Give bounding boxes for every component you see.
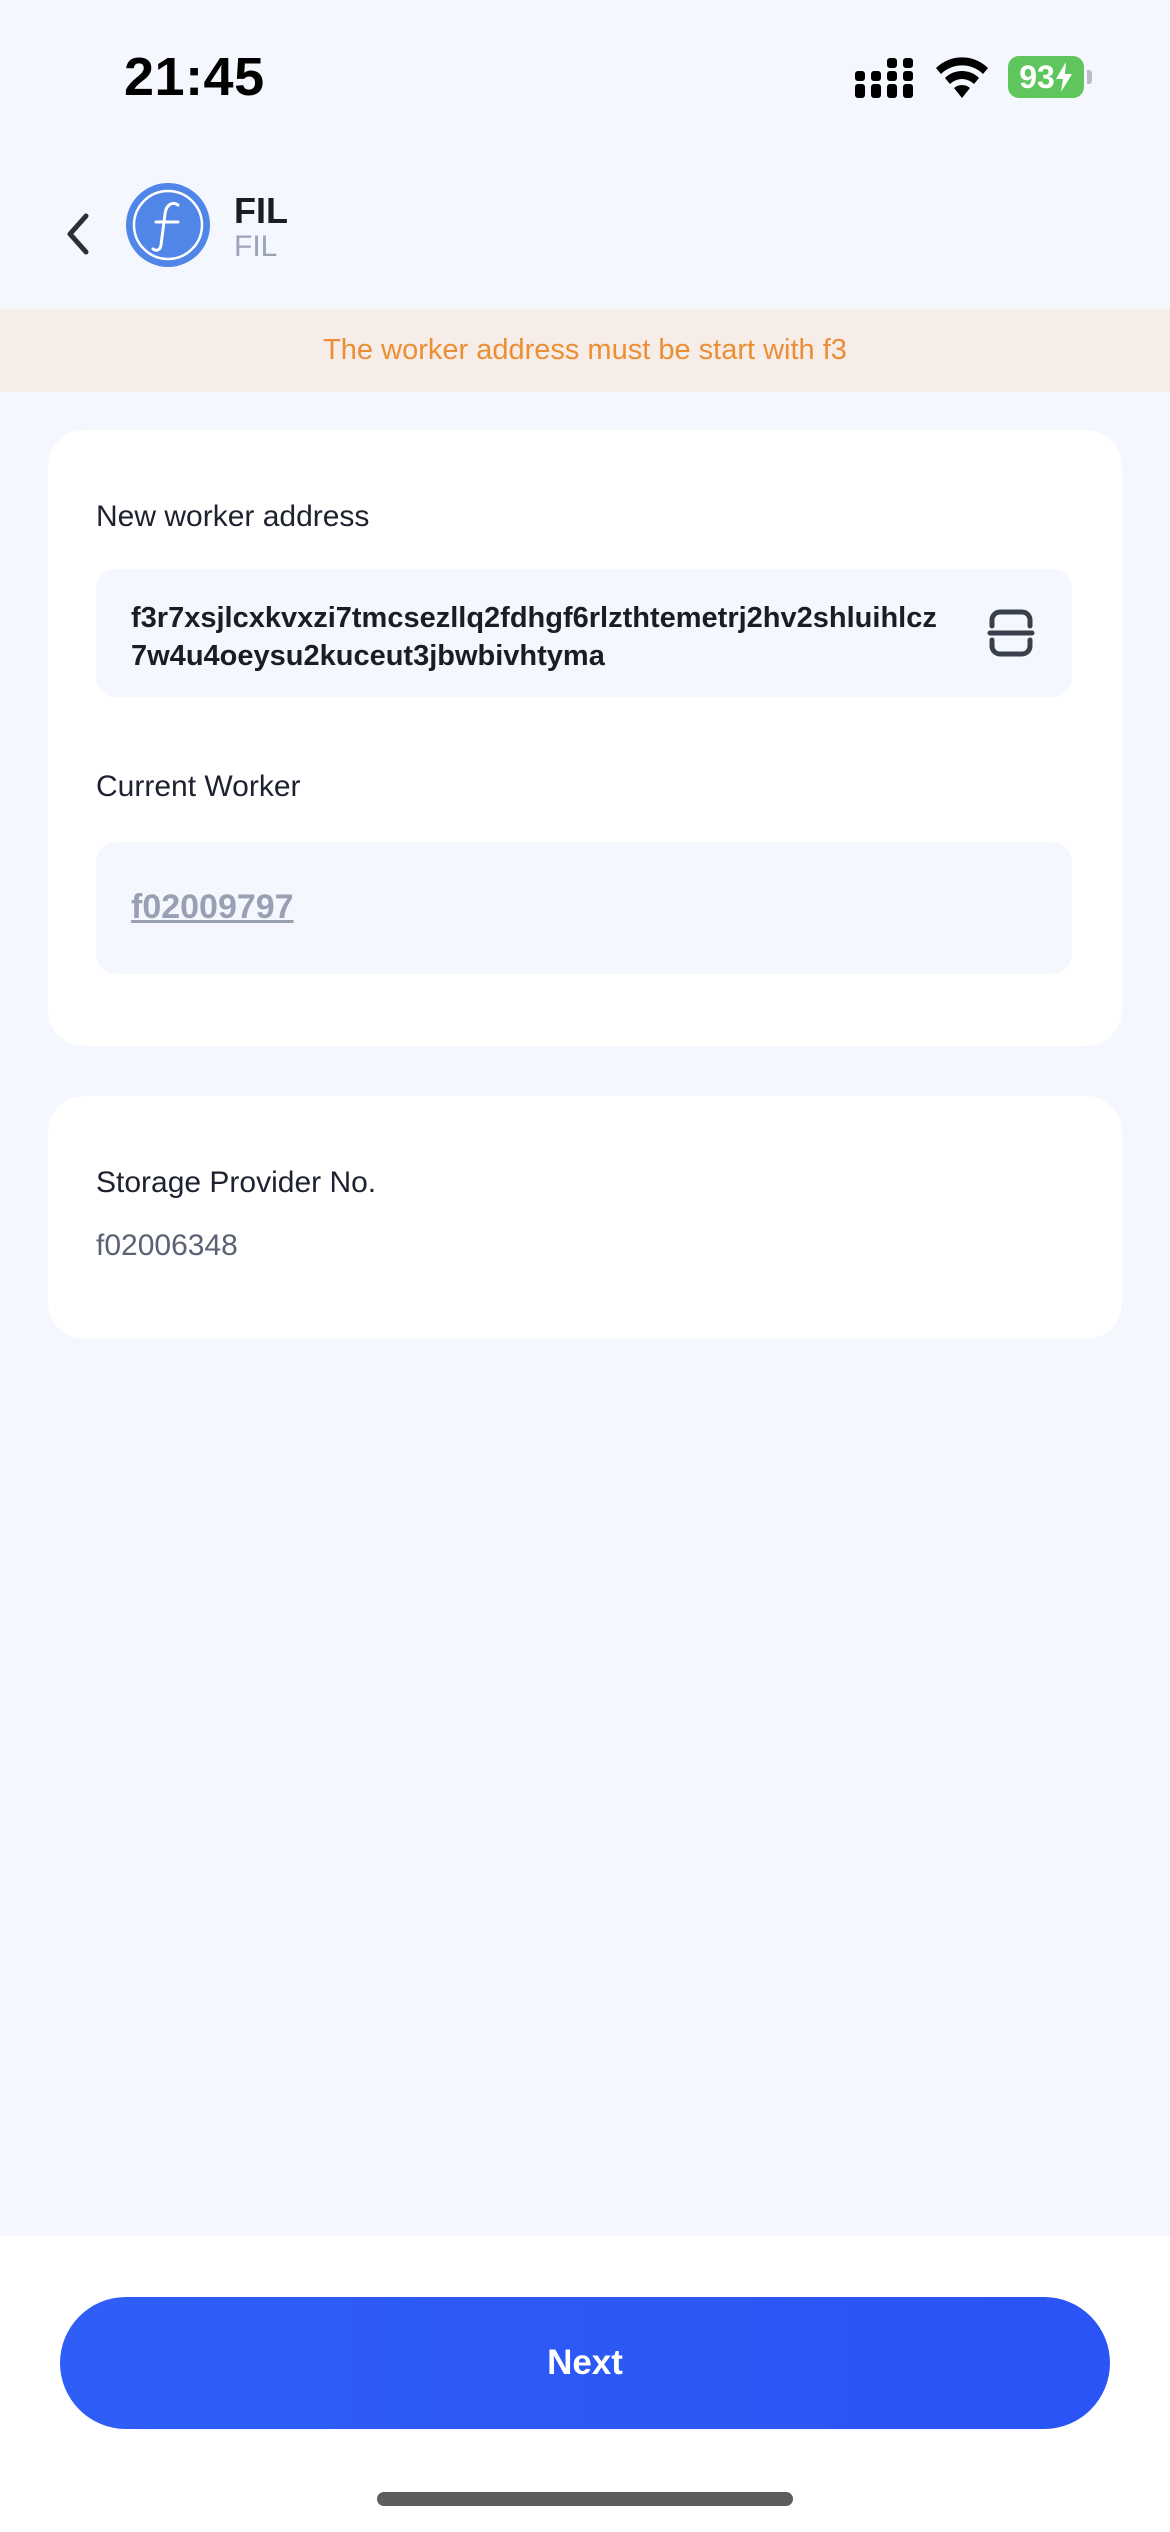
coin-symbol: FIL bbox=[234, 230, 278, 263]
navigation-header: FIL FIL bbox=[0, 160, 1170, 310]
wifi-icon bbox=[936, 57, 988, 98]
battery-level: 93 bbox=[1019, 58, 1055, 95]
current-worker-label: Current Worker bbox=[96, 770, 301, 803]
storage-provider-value: f02006348 bbox=[96, 1229, 238, 1262]
current-worker-field: f02009797 bbox=[96, 842, 1072, 974]
home-indicator bbox=[377, 2492, 793, 2506]
back-button[interactable] bbox=[52, 200, 102, 268]
next-button[interactable]: Next bbox=[60, 2297, 1110, 2429]
status-time: 21:45 bbox=[124, 47, 265, 107]
new-worker-address-input[interactable]: f3r7xsjlcxkvxzi7tmcsezllq2fdhgf6rlzthtem… bbox=[96, 569, 1072, 697]
current-worker-link[interactable]: f02009797 bbox=[131, 888, 294, 927]
coin-name: FIL bbox=[234, 190, 288, 231]
worker-address-card: New worker address f3r7xsjlcxkvxzi7tmcse… bbox=[48, 430, 1122, 1046]
storage-provider-label: Storage Provider No. bbox=[96, 1166, 377, 1199]
status-bar: 21:45 93 bbox=[0, 0, 1170, 150]
warning-banner: The worker address must be start with f3 bbox=[0, 309, 1170, 392]
bottom-action-bar: Next bbox=[0, 2236, 1170, 2532]
bolt-icon bbox=[1055, 62, 1072, 92]
new-worker-label: New worker address bbox=[96, 500, 370, 533]
scan-icon[interactable] bbox=[984, 606, 1038, 660]
filecoin-logo-icon bbox=[126, 183, 210, 267]
storage-provider-card: Storage Provider No. f02006348 bbox=[48, 1096, 1122, 1339]
new-worker-address-value[interactable]: f3r7xsjlcxkvxzi7tmcsezllq2fdhgf6rlzthtem… bbox=[131, 599, 951, 675]
signal-icon bbox=[855, 58, 913, 98]
battery-charging-icon: 93 bbox=[1008, 56, 1092, 98]
chevron-left-icon bbox=[67, 213, 89, 255]
